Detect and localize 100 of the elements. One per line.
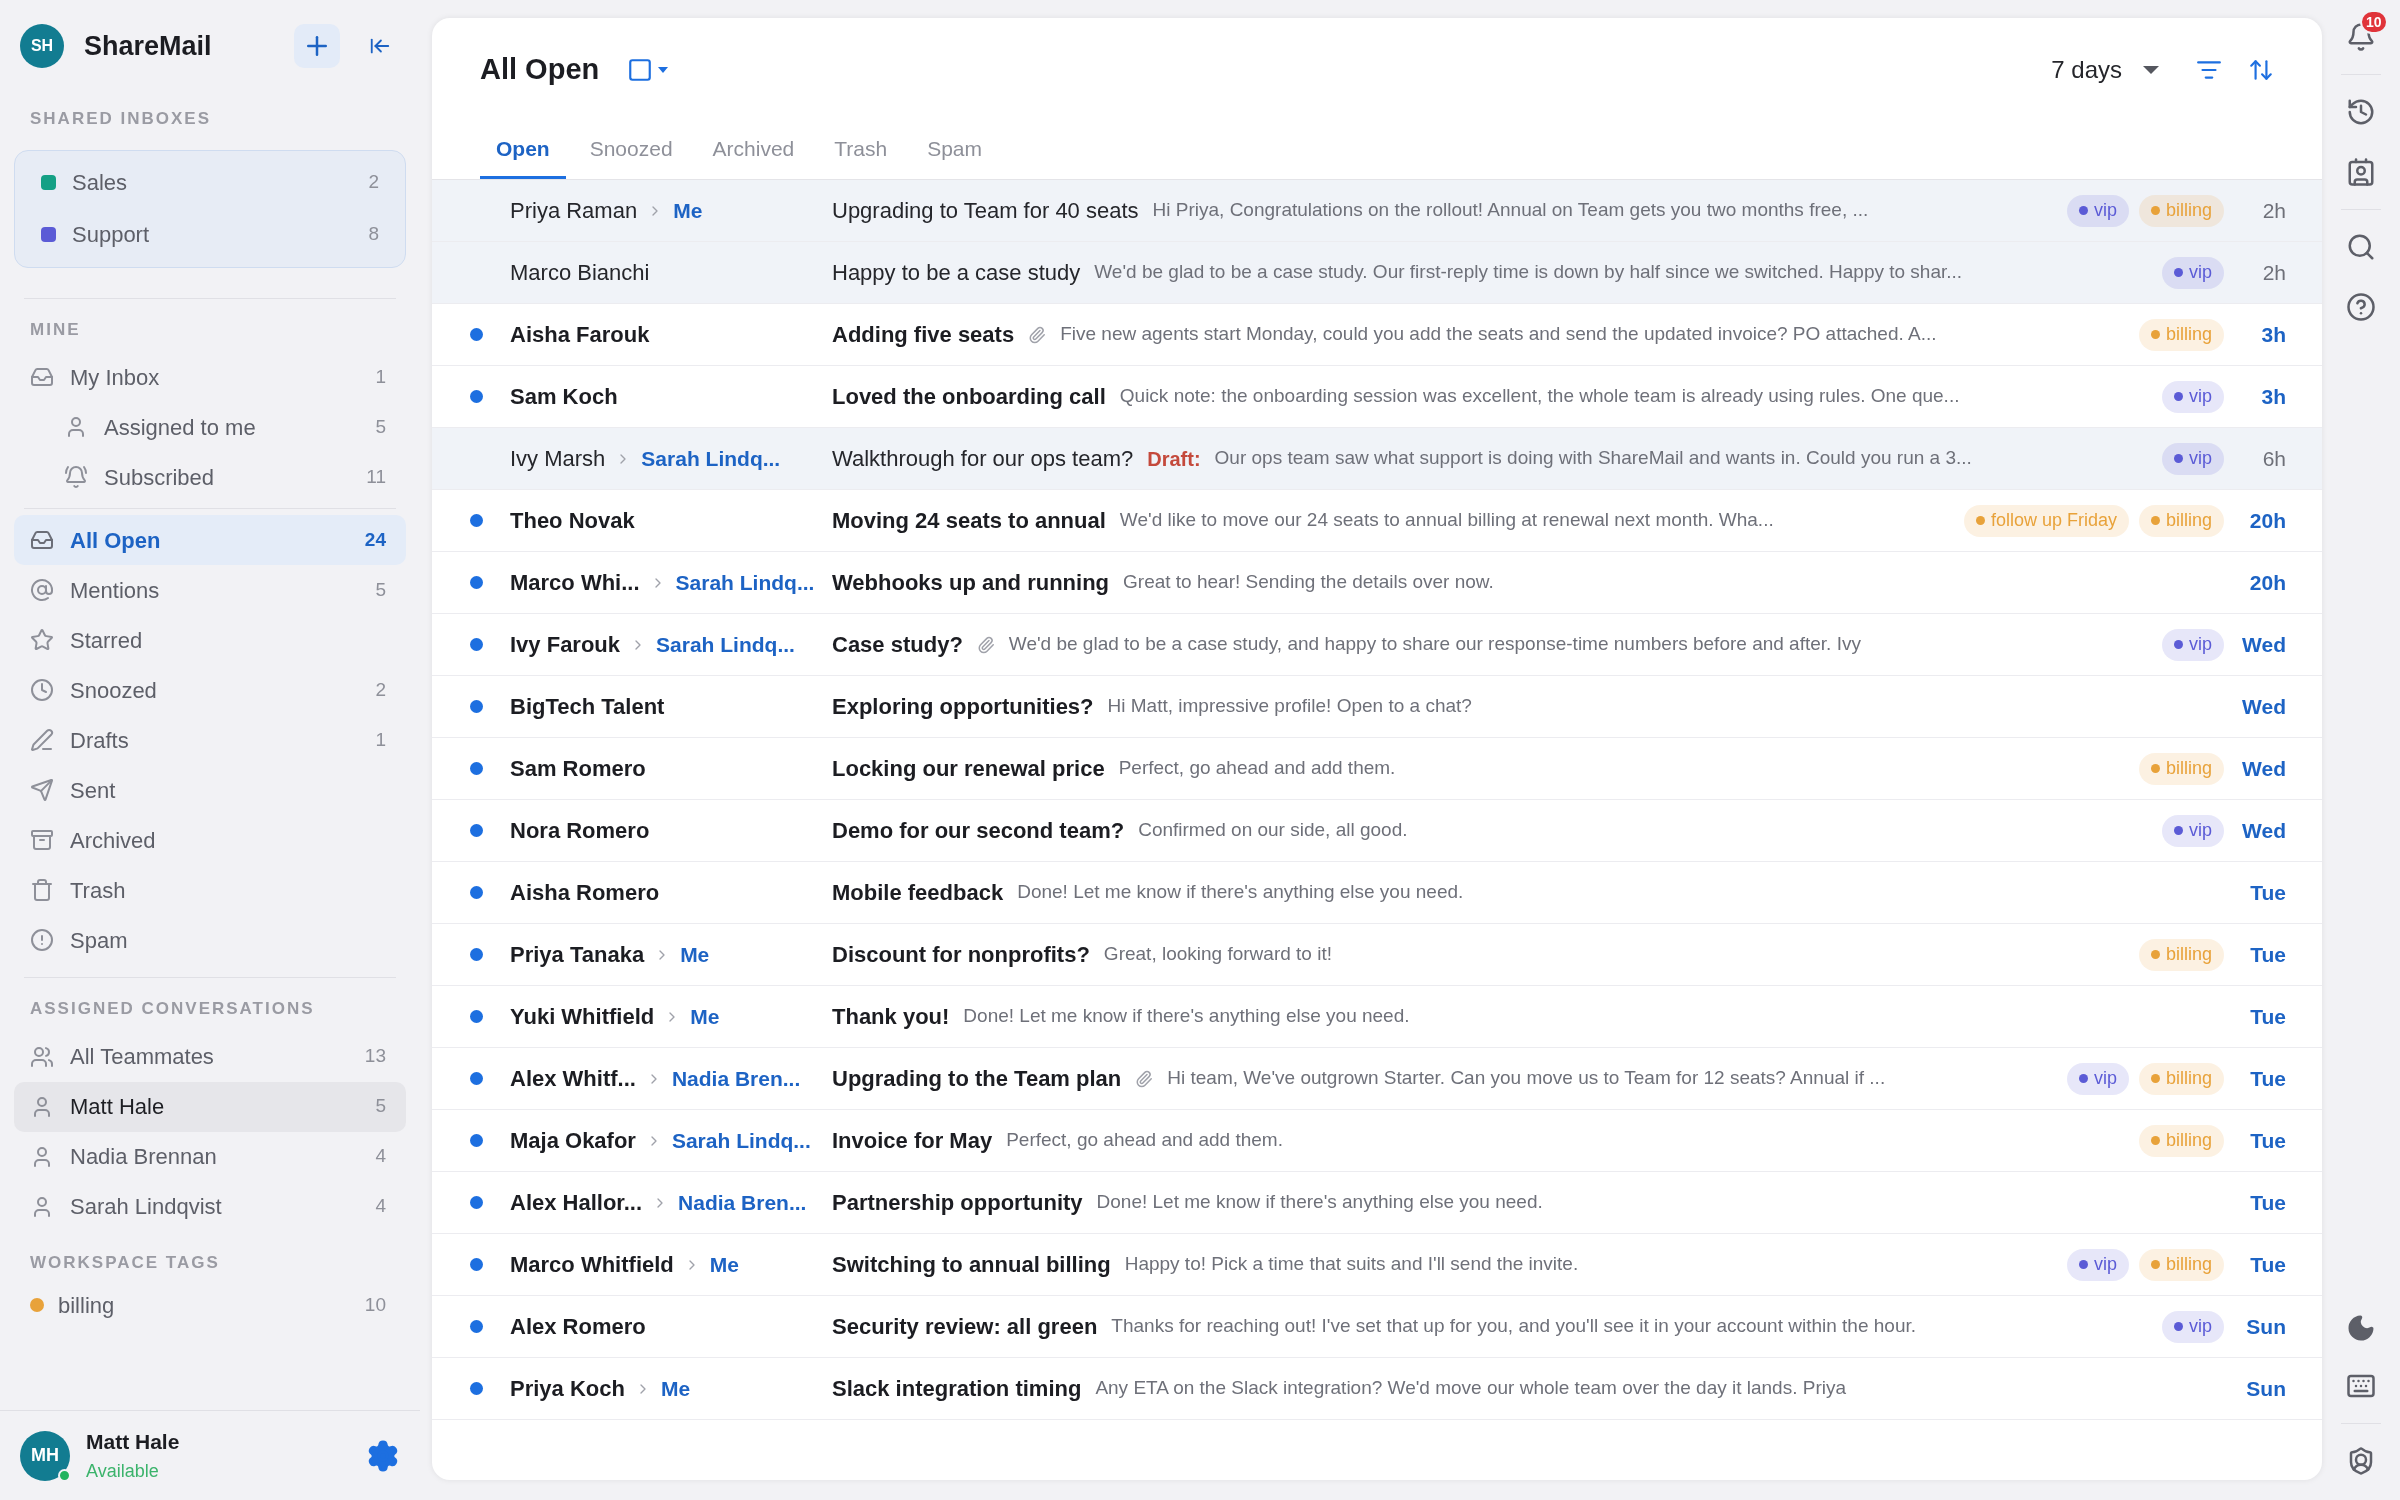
tab[interactable]: Snoozed bbox=[573, 122, 689, 179]
conversation-time: 20h bbox=[2248, 507, 2286, 534]
tab[interactable]: Trash bbox=[818, 122, 904, 179]
conversation-row[interactable]: Aisha Romero Mobile feedback Done! Let me know if there's anything else you need. Tue bbox=[432, 862, 2322, 924]
conversation-row[interactable]: Nora Romero Demo for our second team? Confirmed on our side, all good. vip Wed bbox=[432, 800, 2322, 862]
message-preview: Hi team, We've outgrown Starter. Can you move us to Team for 12 seats? Annual if ... bbox=[1167, 1066, 1886, 1091]
nav-item[interactable]: Assigned to me 5 bbox=[14, 402, 406, 452]
tag-text: vip bbox=[2189, 447, 2212, 470]
user-avatar: MH bbox=[20, 1430, 70, 1481]
select-all-dropdown[interactable] bbox=[627, 57, 670, 83]
assignee-name: Me bbox=[660, 1375, 691, 1402]
assignee-name: Me bbox=[709, 1251, 739, 1278]
inbox-item[interactable]: Support 8 bbox=[15, 208, 405, 261]
conversation-row[interactable]: Priya Koch Me Slack integration timing Any ETA on the Slack integration? We'd move our whole team over the day it lands. Priya Sun bbox=[432, 1358, 2322, 1420]
tag-text: billing bbox=[2165, 199, 2212, 222]
help-icon[interactable] bbox=[2346, 292, 2376, 322]
nav-count: 1 bbox=[375, 364, 386, 389]
subject: Upgrading to the Team plan bbox=[832, 1065, 1122, 1093]
tag-text: vip bbox=[2189, 633, 2212, 656]
nav-item[interactable]: Spam bbox=[14, 915, 406, 965]
conversation-row[interactable]: Sam Koch Loved the onboarding call Quick note: the onboarding session was excellent, the whole team is already using rules. One que... vip 3h bbox=[432, 366, 2322, 428]
contact-card-icon[interactable] bbox=[2346, 157, 2376, 187]
sender-name: Aisha Romero bbox=[510, 879, 660, 907]
search-icon[interactable] bbox=[2346, 232, 2376, 262]
conversation-row[interactable]: Sam Romero Locking our renewal price Perfect, go ahead and add them. billing Wed bbox=[432, 738, 2322, 800]
nav-label: Snoozed bbox=[70, 676, 158, 705]
history-icon[interactable] bbox=[2346, 97, 2376, 127]
assignee-name: Sarah Lindq... bbox=[656, 631, 795, 658]
nav-item[interactable]: Nadia Brennan 4 bbox=[14, 1131, 406, 1182]
conversation-row[interactable]: Priya Raman Me Upgrading to Team for 40 seats Hi Priya, Congratulations on the rollout! Annual on Team gets you two months free, ... vip billing 2h bbox=[432, 180, 2322, 242]
nav-item[interactable]: My Inbox 1 bbox=[14, 352, 406, 402]
tab[interactable]: Spam bbox=[911, 122, 999, 179]
nav-item[interactable]: All Teammates 13 bbox=[14, 1031, 406, 1082]
moon-icon[interactable] bbox=[2346, 1313, 2376, 1343]
nav-item[interactable]: Drafts 1 bbox=[14, 715, 406, 765]
conversation-row[interactable]: Ivy Farouk Sarah Lindq... Case study? We'd be glad to be a case study, and happy to share our response-time numbers before and after. Ivy vip Wed bbox=[432, 614, 2322, 676]
assignee-name: Sarah Lindq... bbox=[671, 1127, 811, 1154]
inbox-label: Sales bbox=[72, 169, 129, 197]
conversation-time: Tue bbox=[2249, 1251, 2286, 1278]
compose-button[interactable] bbox=[294, 24, 340, 68]
tag-count: 10 bbox=[364, 1292, 386, 1317]
conversation-row[interactable]: BigTech Talent Exploring opportunities? Hi Matt, impressive profile! Open to a chat? Wed bbox=[432, 676, 2322, 738]
message-preview: Hi Priya, Congratulations on the rollout! Annual on Team gets you two months free, ... bbox=[1152, 198, 1869, 223]
subject: Loved the onboarding call bbox=[832, 383, 1106, 411]
message-preview: Happy to! Pick a time that suits and I'll send the invite. bbox=[1124, 1252, 1579, 1277]
team-icon bbox=[30, 1044, 54, 1069]
conversation-row[interactable]: Maja Okafor Sarah Lindq... Invoice for May Perfect, go ahead and add them. billing Tue bbox=[432, 1110, 2322, 1172]
conversation-row[interactable]: Alex Whitf... Nadia Bren... Upgrading to the Team plan Hi team, We've outgrown Starter. Can you move us to Team for 12 seats? Annual if ... vip billing Tue bbox=[432, 1048, 2322, 1110]
nav-item[interactable]: Subscribed 11 bbox=[14, 452, 406, 502]
sender-name: Sam Romero bbox=[510, 755, 646, 783]
checkbox-icon bbox=[627, 57, 654, 83]
conversation-row[interactable]: Marco Whitfield Me Switching to annual billing Happy to! Pick a time that suits and I'll send the invite. vip billing Tue bbox=[432, 1234, 2322, 1296]
tag-item[interactable]: billing 10 bbox=[14, 1285, 406, 1325]
nav-label: Sent bbox=[70, 776, 117, 805]
nav-item[interactable]: Matt Hale 5 bbox=[14, 1081, 406, 1132]
section-heading: ASSIGNED CONVERSATIONS bbox=[29, 998, 316, 1020]
workspace-avatar: SH bbox=[20, 24, 64, 68]
tag-text: vip bbox=[2093, 1253, 2117, 1276]
tag-text: billing bbox=[2165, 943, 2212, 966]
tab[interactable]: Archived bbox=[696, 122, 811, 179]
conversation-row[interactable]: Alex Hallor... Nadia Bren... Partnership opportunity Done! Let me know if there's anything else you need. Tue bbox=[432, 1172, 2322, 1234]
subject: Locking our renewal price bbox=[832, 755, 1105, 783]
inbox-item[interactable]: Sales 2 bbox=[15, 156, 405, 209]
conversation-time: 3h bbox=[2260, 321, 2286, 348]
message-preview: Hi Matt, impressive profile! Open to a chat? bbox=[1107, 694, 1472, 719]
star-icon bbox=[30, 628, 54, 652]
sender-name: Alex Hallor... bbox=[510, 1189, 643, 1217]
sender-name: Ivy Farouk bbox=[510, 631, 621, 659]
nav-item[interactable]: Sent bbox=[14, 765, 406, 815]
subject: Invoice for May bbox=[832, 1127, 993, 1155]
subject: Upgrading to Team for 40 seats bbox=[832, 197, 1139, 225]
nav-item[interactable]: Sarah Lindqvist 4 bbox=[14, 1181, 406, 1232]
section-heading: SHARED INBOXES bbox=[29, 108, 213, 130]
nav-item[interactable]: Trash bbox=[14, 865, 406, 915]
conversation-time: Wed bbox=[2241, 631, 2286, 658]
message-preview: Perfect, go ahead and add them. bbox=[1118, 756, 1396, 781]
nav-item[interactable]: Archived bbox=[14, 815, 406, 865]
conversation-row[interactable]: Yuki Whitfield Me Thank you! Done! Let me know if there's anything else you need. Tue bbox=[432, 986, 2322, 1048]
tag-text: vip bbox=[2189, 261, 2212, 284]
send-icon bbox=[30, 778, 54, 802]
sort-icon[interactable] bbox=[2248, 57, 2274, 83]
conversation-row[interactable]: Alex Romero Security review: all green Thanks for reaching out! I've set that up for you, and you'll see it in your account within the hour. vip Sun bbox=[432, 1296, 2322, 1358]
conversation-row[interactable]: Aisha Farouk Adding five seats Five new agents start Monday, could you add the seats and send the updated invoice? PO attached. A... billing 3h bbox=[432, 304, 2322, 366]
nav-label: Spam bbox=[70, 926, 129, 955]
nav-item[interactable]: Mentions 5 bbox=[14, 565, 406, 615]
date-range-dropdown[interactable]: 7 days bbox=[2051, 52, 2160, 88]
conversation-row[interactable]: Marco Whi... Sarah Lindq... Webhooks up and running Great to hear! Sending the details over now. 20h bbox=[432, 552, 2322, 614]
nav-item[interactable]: Snoozed 2 bbox=[14, 665, 406, 715]
tag-text: vip bbox=[2093, 199, 2117, 222]
draft-label: Draft: bbox=[1147, 446, 1201, 472]
conversation-row[interactable]: Priya Tanaka Me Discount for nonprofits? Great, looking forward to it! billing Tue bbox=[432, 924, 2322, 986]
conversation-time: 20h bbox=[2248, 569, 2286, 596]
nav-label: My Inbox bbox=[70, 363, 161, 392]
nav-item[interactable]: Starred bbox=[14, 615, 406, 665]
nav-item[interactable]: All Open 24 bbox=[14, 515, 406, 565]
conversation-row[interactable]: Marco Bianchi Happy to be a case study We'd be glad to be a case study. Our first-reply time is down by half since we switched. Happy to shar... vip 2h bbox=[432, 242, 2322, 304]
conversation-row[interactable]: Ivy Marsh Sarah Lindq... Walkthrough for our ops team? Draft: Our ops team saw what support is doing with ShareMail and wants in. Could you run a 3... vip 6h bbox=[432, 428, 2322, 490]
subject: Case study? bbox=[832, 631, 963, 659]
sender-name: Ivy Marsh bbox=[510, 445, 606, 473]
conversation-row[interactable]: Theo Novak Moving 24 seats to annual We'd like to move our 24 seats to annual billing at renewal next month. Wha... follow up Friday billing 20h bbox=[432, 490, 2322, 552]
